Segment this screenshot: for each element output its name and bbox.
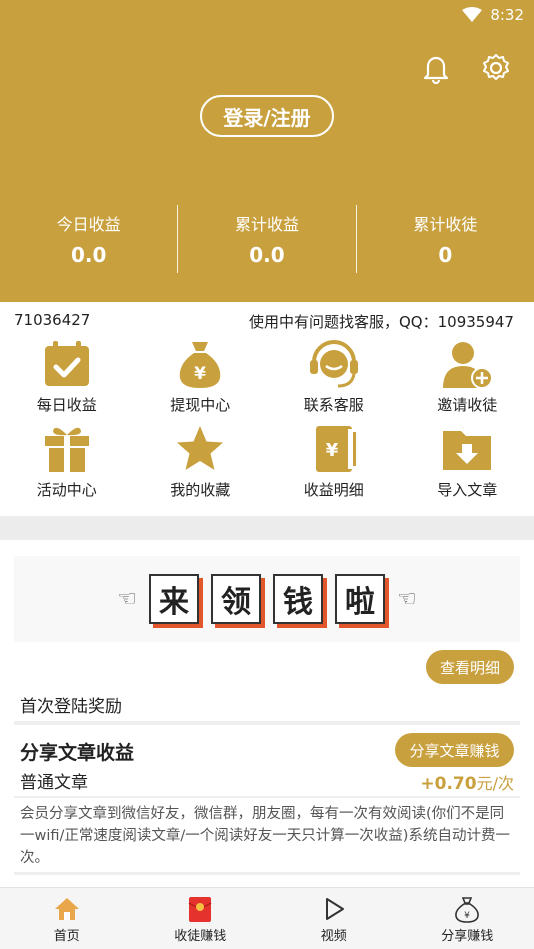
wifi-icon <box>462 7 483 22</box>
grid-item-label: 邀请收徒 <box>437 396 498 414</box>
stat-total-earnings[interactable]: 累计收益 0.0 <box>177 205 355 273</box>
svg-text:¥: ¥ <box>194 364 206 384</box>
ledger-icon: ¥ <box>315 426 356 472</box>
bottom-nav: 首页 收徒赚钱 视频 ¥ 分享赚钱 <box>0 887 534 949</box>
tab-home[interactable]: 首页 <box>0 888 134 949</box>
tab-label: 首页 <box>53 929 80 944</box>
grid-item-contact-support[interactable]: 联系客服 <box>267 338 401 423</box>
notice-left: 71036427 <box>14 311 91 329</box>
function-grid: 每日收益 ¥ 提现中心 联系客服 邀请收徒 活动中心 我的收藏 ¥ 收益明细 导… <box>0 338 534 514</box>
stat-label: 累计收益 <box>234 215 299 234</box>
tab-video[interactable]: 视频 <box>267 888 401 949</box>
divider <box>14 796 520 798</box>
star-icon <box>177 426 224 470</box>
svg-text:¥: ¥ <box>325 440 338 461</box>
stat-value: 0.0 <box>249 243 285 267</box>
grid-item-label: 收益明细 <box>303 481 364 499</box>
tab-label: 视频 <box>320 929 347 944</box>
stat-today-earnings[interactable]: 今日收益 0.0 <box>0 205 177 273</box>
play-icon <box>325 898 344 920</box>
grid-item-daily-earnings[interactable]: 每日收益 <box>0 338 134 423</box>
money-bag-icon: ¥ <box>455 897 480 923</box>
stat-total-apprentices[interactable]: 累计收徒 0 <box>355 205 534 273</box>
headset-icon <box>309 340 358 388</box>
grid-item-my-favorites[interactable]: 我的收藏 <box>134 423 268 508</box>
stat-value: 0 <box>438 243 453 267</box>
grid-item-label: 提现中心 <box>170 396 231 414</box>
gear-icon[interactable] <box>480 52 512 84</box>
share-article-earn-button[interactable]: 分享文章赚钱 <box>395 733 514 767</box>
grid-item-label: 活动中心 <box>36 481 97 499</box>
grid-item-label: 我的收藏 <box>170 481 231 499</box>
svg-text:¥: ¥ <box>464 911 470 921</box>
reward-amount: +0.70 <box>420 774 477 794</box>
notice-marquee: 71036427 使用中有问题找客服，QQ：10935947 <box>0 309 534 333</box>
view-details-button[interactable]: 查看明细 <box>426 650 514 684</box>
pointing-hand-icon: ☜ <box>117 586 137 612</box>
grid-item-earnings-detail[interactable]: ¥ 收益明细 <box>267 423 401 508</box>
red-envelope-icon <box>188 897 212 922</box>
grid-item-withdraw-center[interactable]: ¥ 提现中心 <box>134 338 268 423</box>
grid-item-label: 导入文章 <box>437 481 498 499</box>
card-subtitle: 普通文章 <box>20 773 88 793</box>
notice-right: 使用中有问题找客服，QQ：10935947 <box>249 313 514 331</box>
promo-banner[interactable]: ☜ 来 领 钱 啦 ☜ <box>14 556 520 642</box>
grid-item-invite-apprentice[interactable]: 邀请收徒 <box>401 338 534 423</box>
card-title: 分享文章收益 <box>20 742 135 764</box>
gift-icon <box>44 427 89 472</box>
status-bar: 8:32 <box>462 4 524 26</box>
grid-item-import-article[interactable]: 导入文章 <box>401 423 534 508</box>
grid-item-activity-center[interactable]: 活动中心 <box>0 423 134 508</box>
reward-unit: 元/次 <box>476 774 514 793</box>
pointing-hand-icon: ☜ <box>397 586 417 612</box>
login-register-button[interactable]: 登录/注册 <box>200 95 334 137</box>
banner-char: 啦 <box>335 574 385 624</box>
stat-label: 今日收益 <box>56 215 121 234</box>
reward-rate: +0.70元/次 <box>420 770 514 794</box>
divider <box>14 721 520 725</box>
folder-download-icon <box>443 431 492 470</box>
stat-value: 0.0 <box>70 243 107 267</box>
add-user-icon <box>443 342 494 389</box>
tab-label: 分享赚钱 <box>441 929 494 944</box>
grid-item-label: 每日收益 <box>36 396 97 414</box>
banner-char: 钱 <box>273 574 323 624</box>
stat-label: 累计收徒 <box>413 215 478 234</box>
earnings-stats: 今日收益 0.0 累计收益 0.0 累计收徒 0 <box>0 205 534 273</box>
money-bag-icon: ¥ <box>180 342 221 388</box>
status-time: 8:32 <box>490 6 524 24</box>
home-icon <box>54 898 79 920</box>
bell-icon[interactable] <box>420 52 452 84</box>
profile-header: 8:32 登录/注册 今日收益 0.0 累计收益 0.0 累计收徒 0 <box>0 0 534 302</box>
banner-char: 来 <box>149 574 199 624</box>
calendar-check-icon <box>44 341 89 386</box>
card-description: 会员分享文章到微信好友，微信群，朋友圈，每有一次有效阅读(你们不是同一wifi/… <box>20 806 510 866</box>
section-separator <box>0 516 534 540</box>
banner-char: 领 <box>211 574 261 624</box>
first-login-reward: 首次登陆奖励 <box>20 697 122 717</box>
divider <box>14 872 520 875</box>
tab-recruit-earn[interactable]: 收徒赚钱 <box>134 888 268 949</box>
tab-share-earn[interactable]: ¥ 分享赚钱 <box>401 888 534 949</box>
tab-label: 收徒赚钱 <box>174 929 227 944</box>
grid-item-label: 联系客服 <box>303 396 364 414</box>
